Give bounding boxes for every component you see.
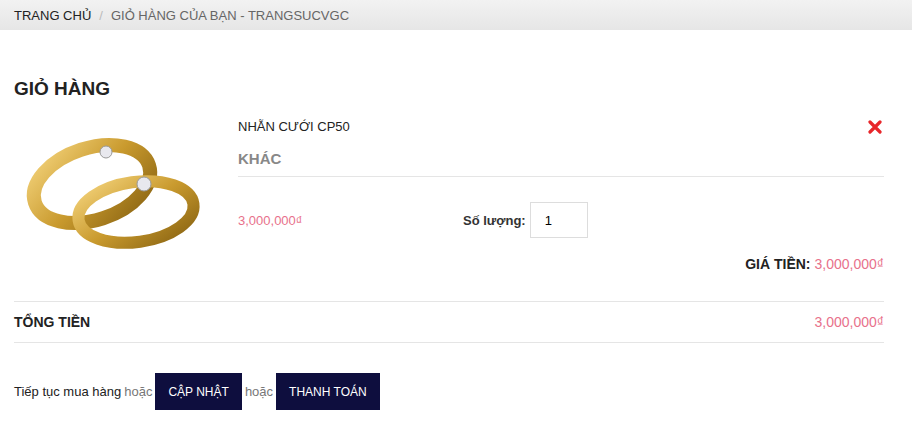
action-button[interactable]: CẬP NHẬT [155,373,241,410]
subtotal: GIÁ TIỀN: 3,000,000₫ [238,256,884,272]
action-button[interactable]: THANH TOÁN [276,373,380,410]
quantity-label: Số lượng: [463,213,526,228]
breadcrumb: TRANG CHỦ / GIỎ HÀNG CỦA BẠN - TRANGSUCVGC [0,0,912,30]
cart-actions: Tiếp tục mua hànghoặcCẬP NHẬThoặcTHANH T… [14,373,884,410]
breadcrumb-item[interactable]: TRANG CHỦ [14,8,91,23]
product-image[interactable] [14,112,220,272]
cart: GIỎ HÀNGNHẪN CƯỚI CP50KHÁC3,000,000₫Số l… [0,78,912,410]
continue-shopping-link[interactable]: Tiếp tục mua hàng [14,384,121,399]
total-label: TỔNG TIỀN [14,313,90,331]
or-text: hoặc [124,384,152,399]
breadcrumb-item: GIỎ HÀNG CỦA BẠN - TRANGSUCVGC [111,8,349,23]
or-text: hoặc [245,384,273,399]
quantity-input[interactable] [530,202,588,238]
cart-page: TRANG CHỦ / GIỎ HÀNG CỦA BẠN - TRANGSUCVGC… [0,0,912,435]
total-row: TỔNG TIỀN 3,000,000₫ [14,301,884,343]
remove-icon[interactable] [868,120,882,134]
item-info: NHẪN CƯỚI CP50KHÁC3,000,000₫Số lượng:GIÁ… [238,112,884,272]
product-category: KHÁC [238,150,884,177]
total-value: 3,000,000₫ [815,313,884,331]
cart-item: NHẪN CƯỚI CP50KHÁC3,000,000₫Số lượng:GIÁ… [14,112,884,272]
unit-price: 3,000,000₫ [238,213,463,228]
product-name[interactable]: NHẪN CƯỚI CP50 [238,120,350,134]
cart-title: GIỎ HÀNG [14,78,884,100]
subtotal-value: 3,000,000₫ [815,256,884,272]
breadcrumb-separator: / [99,8,103,23]
subtotal-label: GIÁ TIỀN: [745,256,810,272]
